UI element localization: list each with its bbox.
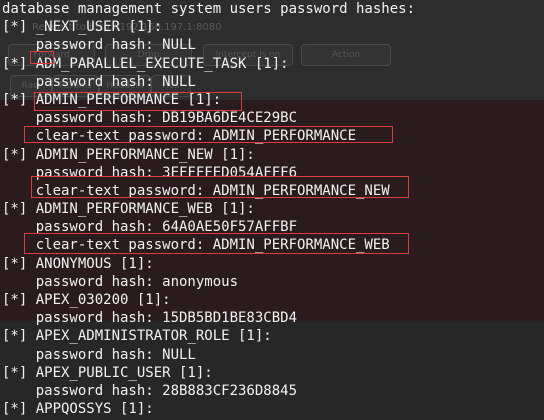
terminal-line: password hash: NULL — [2, 346, 196, 363]
terminal-line: password hash: NULL — [2, 73, 196, 90]
terminal-line: password hash: 28B883CF236D8845 — [2, 382, 298, 399]
terminal-line: [*] _NEXT_USER [1]: — [2, 19, 163, 36]
terminal-line: password hash: NULL — [2, 37, 196, 54]
terminal-line: password hash: DB19BA6DE4CE29BC — [2, 110, 298, 127]
terminal-line: password hash: anonymous — [2, 273, 239, 290]
terminal-output: database management system users passwor… — [2, 0, 544, 418]
highlight-box — [30, 51, 54, 64]
terminal-line: [*] APEX_ADMINISTRATOR_ROLE [1]: — [2, 328, 272, 345]
terminal-line: [*] APEX_030200 [1]: — [2, 292, 171, 308]
highlight-box — [24, 126, 393, 143]
terminal-line: [*] ADMIN_PERFORMANCE_NEW [1]: — [2, 146, 255, 163]
terminal-line: [*] ANONYMOUS [1]: — [2, 255, 154, 272]
terminal-line: [*] APEX_PUBLIC_USER [1]: — [2, 364, 213, 381]
terminal-line: [*] APPQOSSYS [1]: — [2, 401, 154, 418]
terminal-line: [*] ADM_PARALLEL_EXECUTE_TASK [1]: — [2, 55, 289, 72]
terminal-line: password hash: 15DB5BD1BE83CBD4 — [2, 310, 298, 327]
highlight-box — [24, 233, 409, 254]
terminal-line: [*] ADMIN_PERFORMANCE_WEB [1]: — [2, 201, 255, 218]
highlight-box — [34, 92, 242, 111]
highlight-box — [31, 176, 409, 198]
terminal-header: database management system users passwor… — [2, 1, 416, 17]
